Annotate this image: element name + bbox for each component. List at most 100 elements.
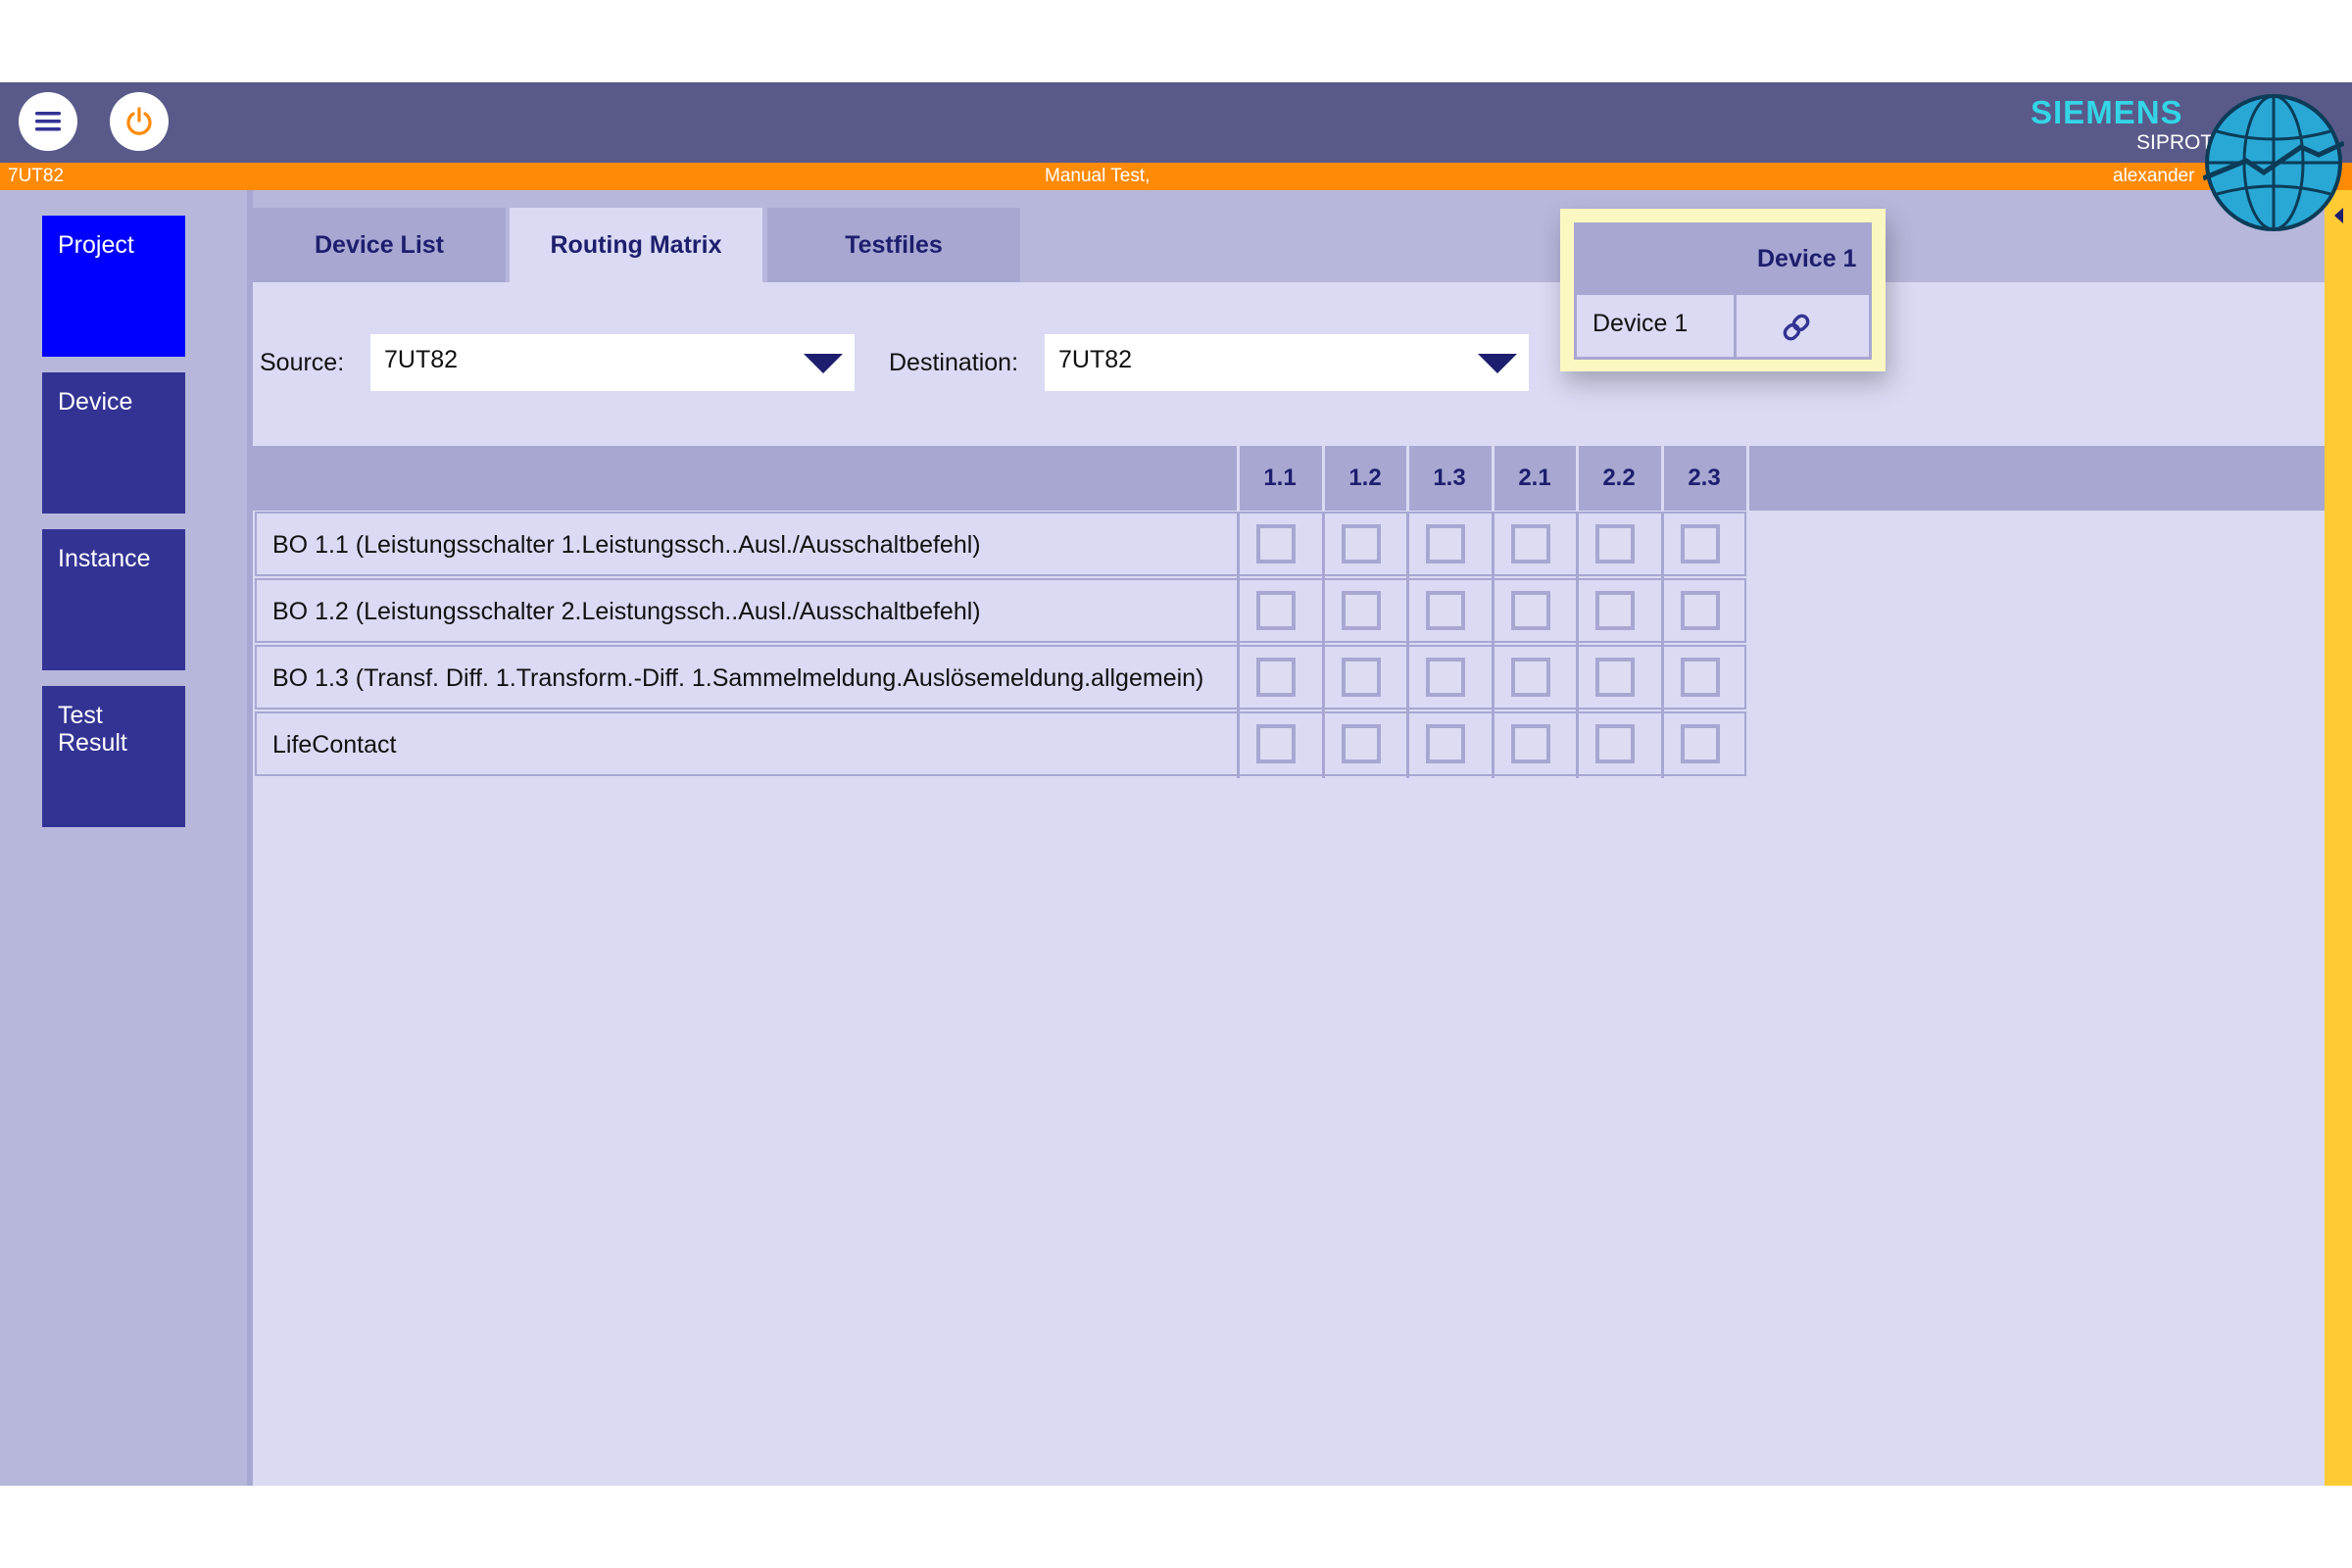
- app-name: SIPROT: [2136, 131, 2214, 154]
- cell-divider: [1322, 647, 1325, 711]
- cell-divider: [1406, 647, 1409, 711]
- cell-divider: [1237, 713, 1240, 778]
- routing-checkbox[interactable]: [1595, 591, 1635, 630]
- tab-testfiles[interactable]: Testfiles: [767, 208, 1020, 282]
- cell-divider: [1492, 647, 1494, 711]
- cell-divider: [1322, 713, 1325, 778]
- app-header: SIEMENS SIPROT: [0, 82, 2352, 163]
- table-row: BO 1.1 (Leistungsschalter 1.Leistungssch…: [255, 512, 1746, 578]
- link-icon[interactable]: [1779, 310, 1814, 345]
- sidebar-item-device[interactable]: Device: [42, 372, 185, 514]
- routing-checkbox[interactable]: [1426, 591, 1465, 630]
- popup-row-label: Device 1: [1592, 310, 1689, 337]
- cell-divider: [1661, 713, 1664, 778]
- column-divider: [1661, 446, 1664, 511]
- chevron-down-icon: [1478, 354, 1517, 373]
- power-icon: [126, 107, 152, 135]
- cell-divider: [1406, 580, 1409, 645]
- cell-divider: [1492, 514, 1494, 578]
- table-row: LifeContact: [255, 711, 1746, 778]
- sidebar-item-label: Device: [58, 388, 133, 416]
- sidebar-item-label: Project: [58, 231, 134, 259]
- cell-divider: [1661, 580, 1664, 645]
- sidebar-item-instance[interactable]: Instance: [42, 529, 185, 670]
- status-mode: Manual Test,: [1045, 166, 1151, 186]
- column-divider: [1322, 446, 1325, 511]
- cell-divider: [1237, 580, 1240, 645]
- routing-checkbox[interactable]: [1595, 658, 1635, 697]
- routing-checkbox[interactable]: [1511, 524, 1550, 564]
- routing-checkbox[interactable]: [1681, 658, 1720, 697]
- cell-divider: [1322, 580, 1325, 645]
- destination-label: Destination:: [889, 349, 1019, 376]
- cell-divider: [1576, 647, 1579, 711]
- routing-checkbox[interactable]: [1511, 591, 1550, 630]
- routing-checkbox[interactable]: [1426, 524, 1465, 564]
- cell-divider: [1576, 713, 1579, 778]
- routing-checkbox[interactable]: [1256, 658, 1296, 697]
- routing-checkbox[interactable]: [1595, 724, 1635, 763]
- routing-checkbox[interactable]: [1681, 524, 1720, 564]
- cell-divider: [1237, 647, 1240, 711]
- routing-checkbox[interactable]: [1426, 724, 1465, 763]
- sidebar-item-label: Instance: [58, 545, 151, 572]
- destination-value: 7UT82: [1058, 346, 1133, 373]
- status-bar: 7UT82 Manual Test, alexander: [0, 163, 2352, 190]
- power-button[interactable]: [110, 92, 169, 151]
- routing-checkbox[interactable]: [1342, 591, 1381, 630]
- chevron-down-icon: [804, 354, 843, 373]
- source-value: 7UT82: [384, 346, 459, 373]
- routing-checkbox[interactable]: [1342, 524, 1381, 564]
- routing-checkbox[interactable]: [1426, 658, 1465, 697]
- tab-label: Testfiles: [845, 230, 943, 259]
- status-user: alexander: [2113, 166, 2195, 186]
- routing-checkbox[interactable]: [1342, 724, 1381, 763]
- column-divider: [1406, 446, 1409, 511]
- brand-logo-text: SIEMENS: [2031, 94, 2183, 130]
- tab-device-list[interactable]: Device List: [253, 208, 506, 282]
- source-dropdown[interactable]: 7UT82: [370, 334, 855, 391]
- cell-divider: [1237, 514, 1240, 578]
- column-header: 2.1: [1518, 465, 1551, 491]
- routing-checkbox[interactable]: [1256, 724, 1296, 763]
- row-label: LifeContact: [272, 731, 397, 759]
- popup-divider: [1734, 225, 1737, 357]
- column-header: 1.1: [1263, 465, 1297, 491]
- routing-checkbox[interactable]: [1511, 658, 1550, 697]
- tab-label: Device List: [314, 230, 444, 259]
- cell-divider: [1661, 647, 1664, 711]
- hamburger-icon: [35, 112, 61, 131]
- column-header: 1.2: [1348, 465, 1382, 491]
- status-device: 7UT82: [8, 166, 65, 186]
- routing-checkbox[interactable]: [1342, 658, 1381, 697]
- routing-checkbox[interactable]: [1256, 591, 1296, 630]
- cell-divider: [1576, 580, 1579, 645]
- column-header: 2.2: [1602, 465, 1636, 491]
- sidebar-item-project[interactable]: Project: [42, 216, 185, 357]
- globe-logo-icon: [2203, 94, 2344, 231]
- routing-checkbox[interactable]: [1681, 724, 1720, 763]
- table-row: BO 1.3 (Transf. Diff. 1.Transform.-Diff.…: [255, 645, 1746, 711]
- column-divider: [1576, 446, 1579, 511]
- row-label: BO 1.2 (Leistungsschalter 2.Leistungssch…: [272, 598, 981, 625]
- routing-checkbox[interactable]: [1595, 524, 1635, 564]
- table-row: BO 1.2 (Leistungsschalter 2.Leistungssch…: [255, 578, 1746, 645]
- routing-checkbox[interactable]: [1511, 724, 1550, 763]
- column-divider: [1492, 446, 1494, 511]
- popup-column-header: Device 1: [1757, 245, 1857, 272]
- column-divider: [1237, 446, 1240, 511]
- menu-button[interactable]: [19, 92, 77, 151]
- tab-label: Routing Matrix: [550, 230, 722, 259]
- routing-checkbox[interactable]: [1681, 591, 1720, 630]
- tab-routing-matrix[interactable]: Routing Matrix: [510, 208, 762, 282]
- column-divider: [1746, 446, 1749, 511]
- source-label: Source:: [260, 349, 345, 376]
- cell-divider: [1576, 514, 1579, 578]
- row-label: BO 1.3 (Transf. Diff. 1.Transform.-Diff.…: [272, 664, 1204, 692]
- sidebar-item-test-result[interactable]: Test Result: [42, 686, 185, 827]
- destination-dropdown[interactable]: 7UT82: [1045, 334, 1529, 391]
- cell-divider: [1492, 580, 1494, 645]
- scrollbar[interactable]: [2325, 190, 2352, 1486]
- routing-checkbox[interactable]: [1256, 524, 1296, 564]
- cell-divider: [1661, 514, 1664, 578]
